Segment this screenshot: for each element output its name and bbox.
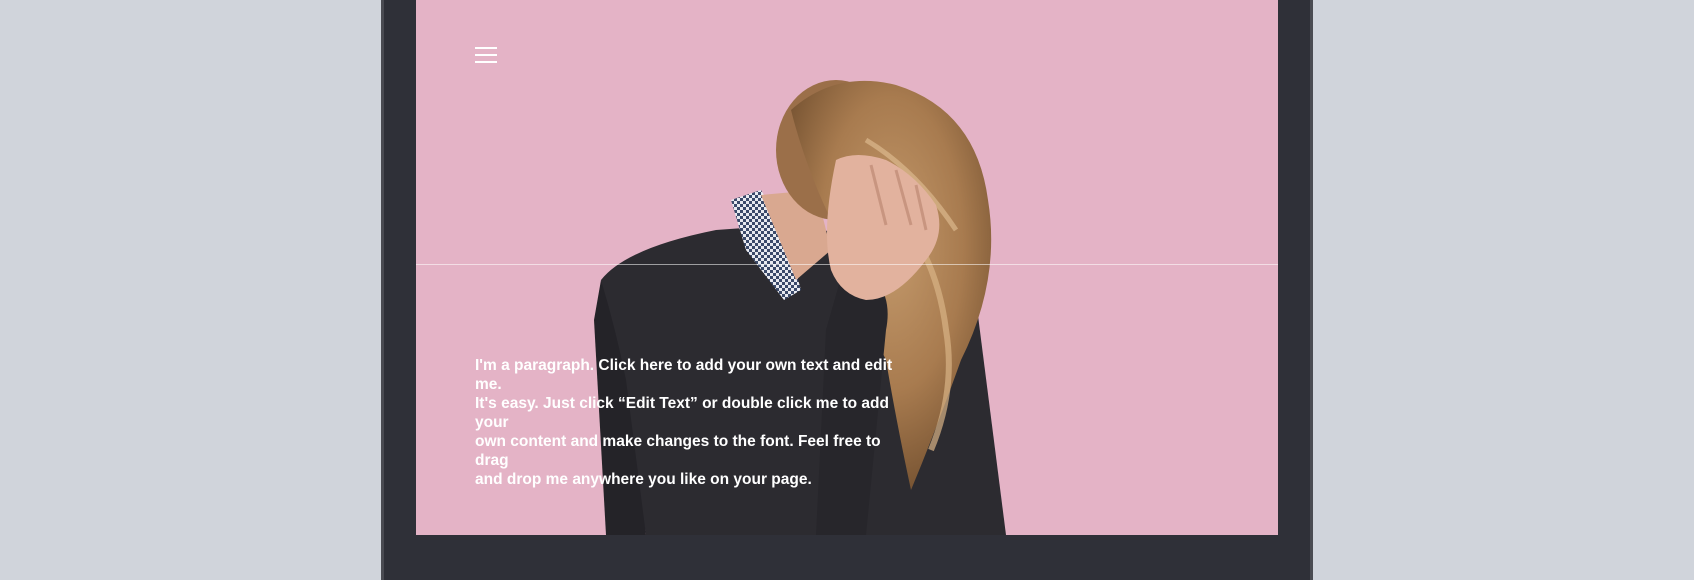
hero-section: I'm a paragraph. Click here to add your … [416,0,1278,535]
paragraph-text[interactable]: I'm a paragraph. Click here to add your … [475,356,915,489]
paragraph-line: I'm a paragraph. Click here to add your … [475,357,893,393]
paragraph-line: and drop me anywhere you like on your pa… [475,471,812,488]
hamburger-menu-icon[interactable] [475,47,497,63]
paragraph-line: own content and make changes to the font… [475,433,881,469]
menu-line [475,61,497,63]
horizontal-divider [416,264,1278,265]
paragraph-line: It's easy. Just click “Edit Text” or dou… [475,395,889,431]
menu-line [475,54,497,56]
menu-line [475,47,497,49]
